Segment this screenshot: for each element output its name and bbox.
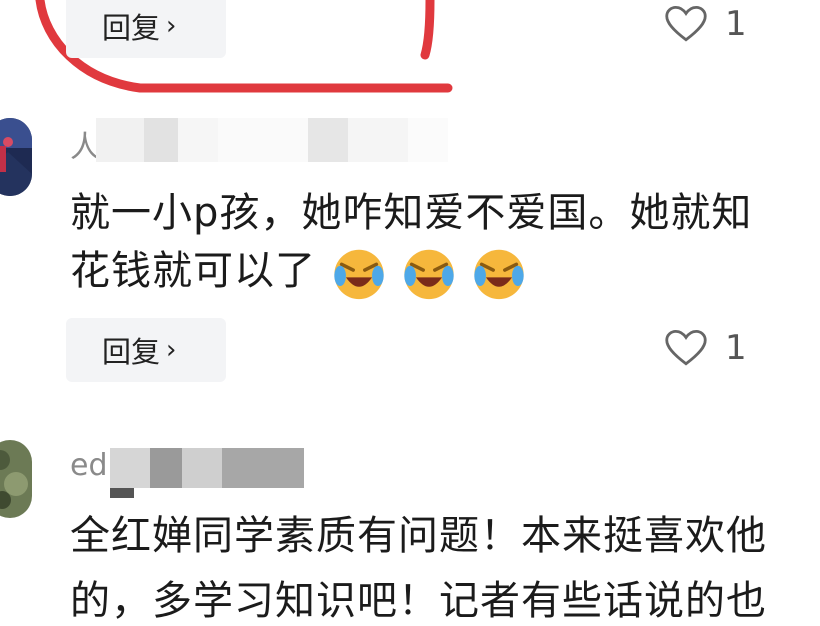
username[interactable]: ed bbox=[70, 448, 108, 483]
reply-button[interactable]: 回复 › bbox=[66, 318, 226, 382]
like-button[interactable]: 1 bbox=[665, 4, 747, 44]
laughing-crying-emoji-icon bbox=[334, 249, 384, 300]
comment-text-line: 就一小p孩，她咋知爱不爱国。她就知 bbox=[70, 190, 753, 236]
heart-icon bbox=[665, 5, 707, 42]
reply-label: 回复 bbox=[102, 335, 161, 369]
reply-button[interactable]: 回复 › bbox=[66, 0, 226, 58]
laughing-crying-emoji-icon bbox=[404, 249, 454, 300]
comment-text: 花钱就可以了 bbox=[70, 248, 316, 294]
like-button[interactable]: 1 bbox=[665, 328, 747, 368]
avatar[interactable] bbox=[0, 118, 32, 196]
chevron-right-icon: › bbox=[166, 335, 177, 365]
username-mosaic bbox=[110, 448, 310, 498]
reply-label: 回复 bbox=[102, 11, 161, 45]
comment-text-line: 的，多学习知识吧！记者有些话说的也 bbox=[70, 578, 767, 624]
chevron-right-icon: › bbox=[166, 11, 177, 41]
comment-text-line-2: 花钱就可以了 bbox=[70, 238, 540, 302]
like-count: 1 bbox=[725, 4, 747, 44]
laughing-crying-emoji-icon bbox=[474, 249, 524, 300]
like-count: 1 bbox=[725, 328, 747, 368]
avatar[interactable] bbox=[0, 440, 32, 518]
comment-text-line: 全红婵同学素质有问题！本来挺喜欢他 bbox=[70, 513, 767, 559]
heart-icon bbox=[665, 329, 707, 366]
username-mosaic bbox=[96, 118, 456, 166]
